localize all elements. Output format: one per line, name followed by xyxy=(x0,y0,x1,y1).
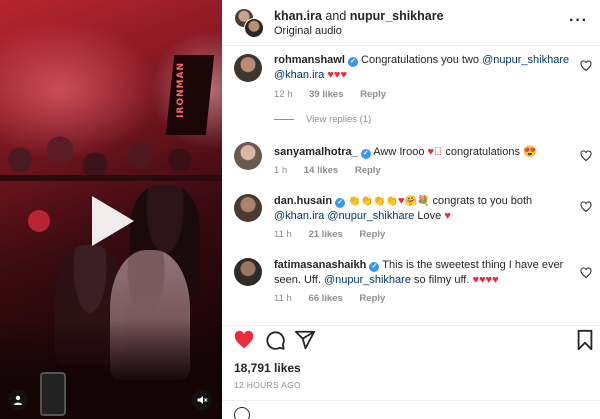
event-banner-text: IRONMAN xyxy=(176,62,186,118)
divider xyxy=(274,119,294,120)
verified-icon: ✓ xyxy=(360,149,371,159)
comment-username[interactable]: sanyamalhotra_ xyxy=(274,146,358,158)
avatar[interactable] xyxy=(244,17,264,38)
post-header: khan.ira and nupur_shikhare Original aud… xyxy=(222,0,600,46)
comment-time[interactable]: 11 h xyxy=(274,229,292,240)
reel-video[interactable]: IRONMAN xyxy=(0,0,222,419)
avatar[interactable] xyxy=(234,142,262,170)
post-window: IRONMAN khan.ira and nupur_shikhare Orig… xyxy=(0,0,600,419)
heart-icon[interactable] xyxy=(580,200,592,213)
heart-icon[interactable] xyxy=(580,59,592,72)
verified-icon: ✓ xyxy=(335,198,346,208)
heart-icon[interactable] xyxy=(580,149,592,162)
like-count[interactable]: 18,791 likes xyxy=(234,361,301,375)
comment-likes[interactable]: 14 likes xyxy=(304,165,338,176)
comment-time[interactable]: 11 h xyxy=(274,293,292,304)
mention-link[interactable]: @nupur_shikhare xyxy=(324,274,411,286)
reply-button[interactable]: Reply xyxy=(355,165,381,176)
comment-icon[interactable] xyxy=(264,329,288,353)
mention-link[interactable]: @khan.ira xyxy=(274,210,324,222)
mention-link[interactable]: @khan.ira xyxy=(274,69,324,81)
video-shadow xyxy=(0,320,222,419)
comment-time[interactable]: 12 h xyxy=(274,89,293,100)
comment-text: rohmanshawl ✓ Congratulations you two @n… xyxy=(274,54,570,81)
comment-meta: 11 h 21 likes Reply xyxy=(274,229,399,240)
post-timestamp[interactable]: 12 HOURS AGO xyxy=(234,380,301,390)
comment-likes[interactable]: 21 likes xyxy=(308,229,342,240)
avatar[interactable] xyxy=(234,258,262,286)
comment-meta: 11 h 66 likes Reply xyxy=(274,293,399,304)
author-link[interactable]: nupur_shikhare xyxy=(350,9,444,23)
comment-meta: 12 h 39 likes Reply xyxy=(274,89,400,100)
heart-icon[interactable] xyxy=(580,266,592,279)
avatar[interactable] xyxy=(234,194,262,222)
avatar[interactable] xyxy=(234,54,262,82)
mention-link[interactable]: @nupur_shikhare xyxy=(482,54,569,66)
verified-icon: ✓ xyxy=(347,57,358,67)
reply-button[interactable]: Reply xyxy=(360,89,386,100)
share-icon[interactable] xyxy=(294,329,318,353)
view-replies-button[interactable]: View replies (1) xyxy=(274,114,371,125)
comment-likes[interactable]: 66 likes xyxy=(308,293,342,304)
mute-icon[interactable] xyxy=(192,390,212,410)
heart-emoji: ♥♥♥♥ xyxy=(472,274,499,286)
event-logo xyxy=(28,210,50,232)
author-link[interactable]: khan.ira xyxy=(274,9,322,23)
like-heart-icon[interactable] xyxy=(233,329,257,353)
action-bar xyxy=(222,325,600,355)
add-comment-bar[interactable] xyxy=(222,400,600,419)
barrier xyxy=(0,175,222,181)
comment-text: dan.husain ✓ 👏👏👏👏♥🤗💐 congrats to you bot… xyxy=(274,195,533,222)
reply-button[interactable]: Reply xyxy=(359,229,385,240)
audio-link[interactable]: Original audio xyxy=(274,25,444,37)
more-icon[interactable]: ··· xyxy=(569,12,588,30)
comment-likes[interactable]: 39 likes xyxy=(309,89,343,100)
reply-button[interactable]: Reply xyxy=(359,293,385,304)
comment-username[interactable]: dan.husain xyxy=(274,195,332,207)
phone xyxy=(40,372,66,416)
user-tag-icon[interactable] xyxy=(8,390,28,410)
post-sidebar: khan.ira and nupur_shikhare Original aud… xyxy=(222,0,600,419)
comment-time[interactable]: 1 h xyxy=(274,165,287,176)
heart-emoji: ♥ xyxy=(444,210,451,222)
emoji: 😍 xyxy=(523,146,537,158)
play-icon[interactable] xyxy=(92,196,134,246)
comment-username[interactable]: fatimasanashaikh xyxy=(274,259,366,271)
comment-username[interactable]: rohmanshawl xyxy=(274,54,345,66)
heart-emoji: ♥♥♥ xyxy=(327,69,347,81)
comment-meta: 1 h 14 likes Reply xyxy=(274,165,395,176)
author-names: khan.ira and nupur_shikhare xyxy=(274,8,444,23)
smile-icon[interactable] xyxy=(234,407,250,419)
mention-link[interactable]: @nupur_shikhare xyxy=(327,210,414,222)
save-icon[interactable] xyxy=(574,329,598,353)
verified-icon: ✓ xyxy=(369,262,380,272)
author-avatars[interactable] xyxy=(234,7,264,38)
comment-text: fatimasanashaikh ✓ This is the sweetest … xyxy=(274,259,564,286)
comment-text: sanyamalhotra_ ✓ Aww Irooo ♥⃞ congratula… xyxy=(274,146,537,159)
